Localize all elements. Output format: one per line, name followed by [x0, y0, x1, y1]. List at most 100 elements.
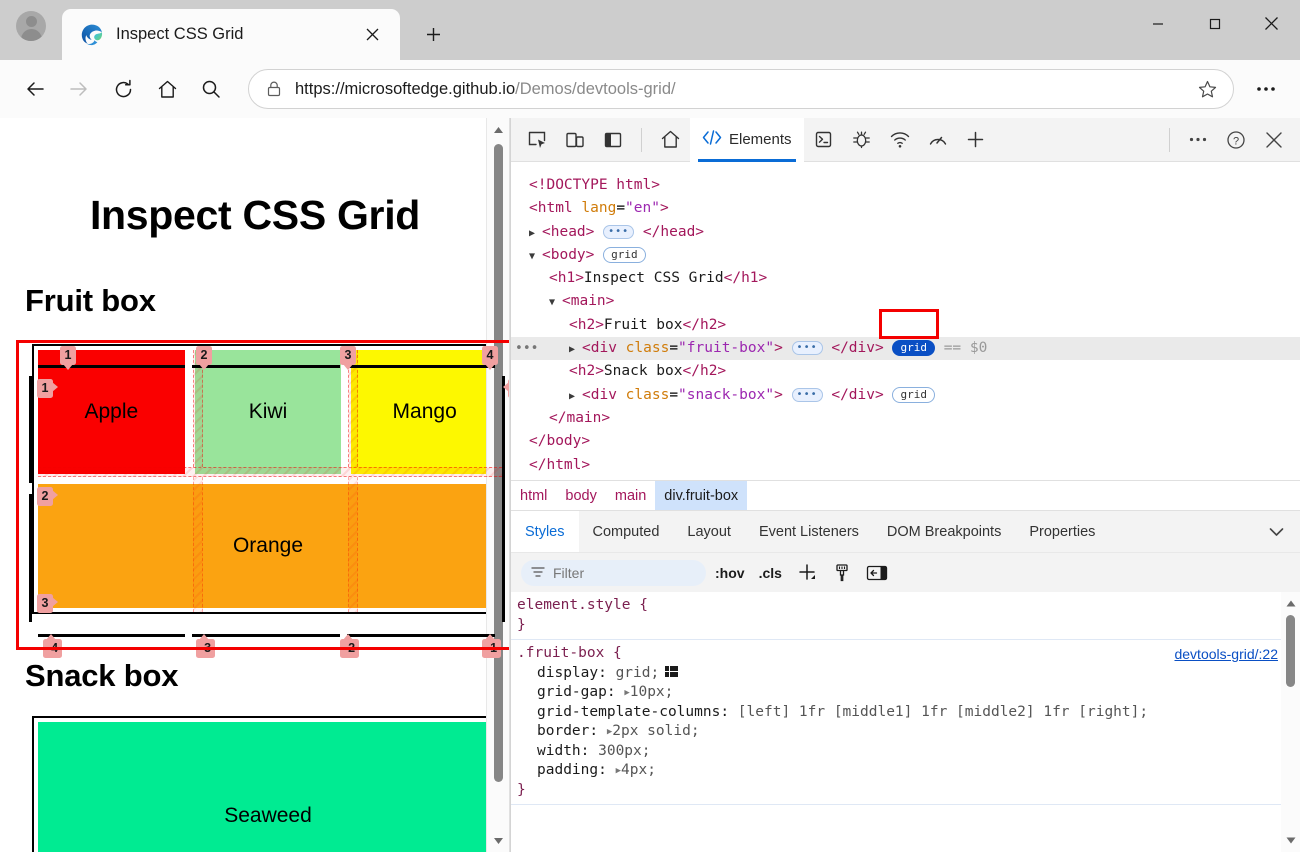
dom-node-line[interactable]: </main> [511, 407, 1300, 430]
class-editor-button[interactable]: .cls [754, 558, 787, 588]
address-bar[interactable]: https://microsoftedge.github.io/Demos/de… [248, 69, 1234, 109]
css-property-name[interactable]: border: [537, 723, 607, 739]
snack-box-grid[interactable]: Seaweed [32, 716, 504, 852]
disclosure-triangle-icon[interactable]: ▶ [624, 684, 629, 704]
css-declaration[interactable]: grid-template-columns: [left] 1fr [middl… [517, 703, 1300, 723]
tab-network[interactable] [882, 122, 918, 158]
dom-node-line[interactable]: <!DOCTYPE html> [511, 174, 1300, 197]
devtools-more-icon[interactable] [1180, 122, 1216, 158]
page-viewport[interactable]: Inspect CSS Grid Fruit box [0, 118, 510, 852]
tab-debugger[interactable] [844, 122, 880, 158]
dock-side-icon[interactable] [595, 122, 631, 158]
styles-scroll-down-icon[interactable] [1279, 829, 1300, 852]
tab-close-icon[interactable] [358, 21, 386, 49]
back-arrow-icon[interactable] [14, 68, 56, 110]
dom-node-line[interactable]: ▼<body> grid [511, 244, 1300, 267]
tab-event-listeners[interactable]: Event Listeners [745, 511, 873, 552]
tab-performance[interactable] [920, 122, 956, 158]
css-property-value[interactable]: 4px; [621, 762, 656, 778]
help-icon[interactable]: ? [1218, 122, 1254, 158]
browser-settings-icon[interactable] [1246, 69, 1286, 109]
css-property-name[interactable]: width: [537, 743, 598, 759]
minimize-button[interactable] [1129, 0, 1186, 47]
dom-node-line[interactable]: ▶<div class="snack-box"> ••• </div> grid [511, 384, 1300, 407]
window-controls [1129, 0, 1300, 47]
dom-node-line[interactable]: •••▶<div class="fruit-box"> ••• </div> g… [511, 337, 1300, 360]
grid-toggle-icon[interactable] [665, 666, 678, 679]
dom-line-gutter-dots[interactable]: ••• [515, 337, 538, 360]
rule-element-style[interactable]: element.style { } [511, 592, 1300, 640]
css-property-name[interactable]: grid-gap: [537, 684, 624, 700]
grid-line-badge-row-2: 2 [37, 487, 53, 506]
chevron-down-icon[interactable] [1253, 511, 1300, 552]
css-property-value[interactable]: grid; [616, 665, 660, 681]
css-declaration[interactable]: grid-gap: ▶ 10px; [517, 683, 1300, 703]
filter-input[interactable]: Filter [521, 560, 706, 586]
tab-properties[interactable]: Properties [1015, 511, 1109, 552]
add-panel-button[interactable] [958, 122, 994, 158]
scroll-up-arrow-icon[interactable] [487, 118, 510, 141]
css-declaration[interactable]: border: ▶ 2px solid; [517, 722, 1300, 742]
fruit-box-grid[interactable]: Apple Kiwi Mango Orange [32, 344, 504, 614]
disclosure-triangle-icon[interactable]: ▶ [616, 762, 621, 782]
new-style-rule-button[interactable] [791, 558, 823, 588]
style-source-link[interactable]: devtools-grid/:22 [1174, 646, 1278, 662]
css-declaration[interactable]: display: grid; [517, 664, 1300, 684]
dom-node-line[interactable]: <h2>Fruit box</h2> [511, 314, 1300, 337]
dom-node-line[interactable]: <h2>Snack box</h2> [511, 360, 1300, 383]
css-property-name[interactable]: grid-template-columns: [537, 704, 738, 720]
css-declaration[interactable]: padding: ▶ 4px; [517, 761, 1300, 781]
browser-tab[interactable]: Inspect CSS Grid [62, 9, 400, 60]
tab-console[interactable] [806, 122, 842, 158]
home-icon[interactable] [146, 68, 188, 110]
maximize-button[interactable] [1186, 0, 1243, 47]
profile-button[interactable] [0, 0, 62, 60]
forward-arrow-icon[interactable] [58, 68, 100, 110]
styles-scrollbar-thumb[interactable] [1286, 615, 1295, 687]
css-property-value[interactable]: [left] 1fr [middle1] 1fr [middle2] 1fr [… [738, 704, 1148, 720]
breadcrumb-item-html[interactable]: html [511, 481, 556, 510]
dom-node-line[interactable]: ▶<head> ••• </head> [511, 221, 1300, 244]
dom-node-line[interactable]: ▼<main> [511, 290, 1300, 313]
devtools-close-icon[interactable] [1256, 122, 1292, 158]
breadcrumb-item-main[interactable]: main [606, 481, 655, 510]
close-window-button[interactable] [1243, 0, 1300, 47]
breadcrumb-item-body[interactable]: body [556, 481, 605, 510]
css-declaration[interactable]: width: 300px; [517, 742, 1300, 762]
css-property-name[interactable]: padding: [537, 762, 616, 778]
styles-filter-bar: Filter :hov .cls [511, 552, 1300, 592]
css-property-value[interactable]: 10px; [630, 684, 674, 700]
tab-computed[interactable]: Computed [579, 511, 674, 552]
styles-scrollbar[interactable] [1281, 592, 1300, 852]
tab-styles[interactable]: Styles [511, 511, 579, 552]
scroll-down-arrow-icon[interactable] [487, 829, 510, 852]
styles-scroll-up-icon[interactable] [1279, 592, 1300, 615]
toggle-pane-icon[interactable] [861, 558, 893, 588]
tab-dom-breakpoints[interactable]: DOM Breakpoints [873, 511, 1015, 552]
search-icon[interactable] [190, 68, 232, 110]
css-property-value[interactable]: 2px solid; [612, 723, 699, 739]
styles-pane[interactable]: element.style { } .fruit-box { devtools-… [511, 592, 1300, 852]
dom-node-line[interactable]: <html lang="en"> [511, 197, 1300, 220]
color-picker-icon[interactable] [827, 558, 857, 588]
rule-fruit-box[interactable]: .fruit-box { devtools-grid/:22 display: … [511, 640, 1300, 805]
tab-elements[interactable]: Elements [690, 118, 804, 162]
favorite-star-icon[interactable] [1191, 73, 1223, 105]
hover-state-button[interactable]: :hov [710, 558, 750, 588]
dom-tree[interactable]: <!DOCTYPE html><html lang="en">▶<head> •… [511, 162, 1300, 480]
inspect-element-icon[interactable] [519, 122, 555, 158]
reload-icon[interactable] [102, 68, 144, 110]
devtools-home-icon[interactable] [652, 122, 688, 158]
page-scrollbar[interactable] [486, 118, 509, 852]
device-emulation-icon[interactable] [557, 122, 593, 158]
new-tab-button[interactable] [414, 15, 452, 53]
css-property-name[interactable]: display: [537, 665, 616, 681]
tab-elements-label: Elements [729, 131, 792, 148]
dom-node-line[interactable]: <h1>Inspect CSS Grid</h1> [511, 267, 1300, 290]
dom-node-line[interactable]: </html> [511, 454, 1300, 477]
css-property-value[interactable]: 300px; [598, 743, 650, 759]
dom-node-line[interactable]: </body> [511, 430, 1300, 453]
tab-layout[interactable]: Layout [673, 511, 745, 552]
disclosure-triangle-icon[interactable]: ▶ [607, 723, 612, 743]
breadcrumb-item-div-fruit-box[interactable]: div.fruit-box [655, 481, 747, 510]
